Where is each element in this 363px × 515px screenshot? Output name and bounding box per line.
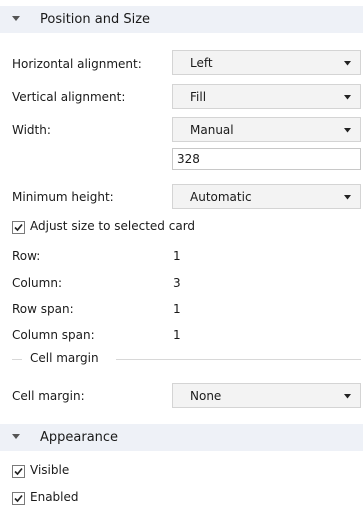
width-input[interactable]: 328 [172, 148, 361, 170]
row-value: 1 [173, 249, 181, 263]
chevron-down-icon [344, 195, 351, 200]
minimum-height-label: Minimum height: [12, 190, 114, 204]
chevron-down-icon [344, 394, 351, 399]
minimum-height-dropdown[interactable]: Automatic [172, 184, 361, 209]
visible-label: Visible [30, 463, 70, 477]
vertical-alignment-dropdown[interactable]: Fill [172, 84, 361, 109]
position-size-section-header[interactable]: Position and Size [0, 6, 363, 33]
width-input-value: 328 [177, 152, 200, 166]
group-divider [116, 359, 361, 360]
chevron-down-icon [344, 128, 351, 133]
vertical-alignment-label: Vertical alignment: [12, 90, 126, 104]
dropdown-value: None [190, 389, 222, 403]
row-span-value: 1 [173, 302, 181, 316]
row-span-label: Row span: [12, 302, 74, 316]
enabled-checkbox[interactable] [12, 492, 25, 505]
group-divider [12, 359, 22, 360]
check-icon [14, 467, 23, 476]
dropdown-value: Left [190, 56, 213, 70]
cell-margin-label: Cell margin: [12, 389, 85, 403]
adjust-size-checkbox[interactable] [12, 221, 25, 234]
visible-checkbox[interactable] [12, 465, 25, 478]
horizontal-alignment-label: Horizontal alignment: [12, 57, 142, 71]
check-icon [14, 223, 23, 232]
column-value: 3 [173, 276, 181, 290]
cell-margin-dropdown[interactable]: None [172, 383, 361, 408]
horizontal-alignment-dropdown[interactable]: Left [172, 50, 361, 75]
dropdown-value: Automatic [190, 190, 252, 204]
appearance-section-header[interactable]: Appearance [0, 424, 363, 451]
column-label: Column: [12, 276, 62, 290]
column-span-label: Column span: [12, 328, 95, 342]
row-label: Row: [12, 249, 41, 263]
enabled-label: Enabled [30, 490, 79, 504]
cell-margin-group-title: Cell margin [30, 351, 99, 365]
chevron-down-icon [12, 16, 20, 21]
dropdown-value: Fill [190, 90, 207, 104]
width-label: Width: [12, 123, 51, 137]
chevron-down-icon [344, 95, 351, 100]
section-title: Position and Size [40, 12, 151, 27]
column-span-value: 1 [173, 328, 181, 342]
adjust-size-label: Adjust size to selected card [30, 219, 196, 233]
chevron-down-icon [12, 434, 20, 439]
check-icon [14, 494, 23, 503]
dropdown-value: Manual [190, 123, 234, 137]
section-title: Appearance [40, 430, 119, 445]
chevron-down-icon [344, 61, 351, 66]
width-dropdown[interactable]: Manual [172, 117, 361, 142]
